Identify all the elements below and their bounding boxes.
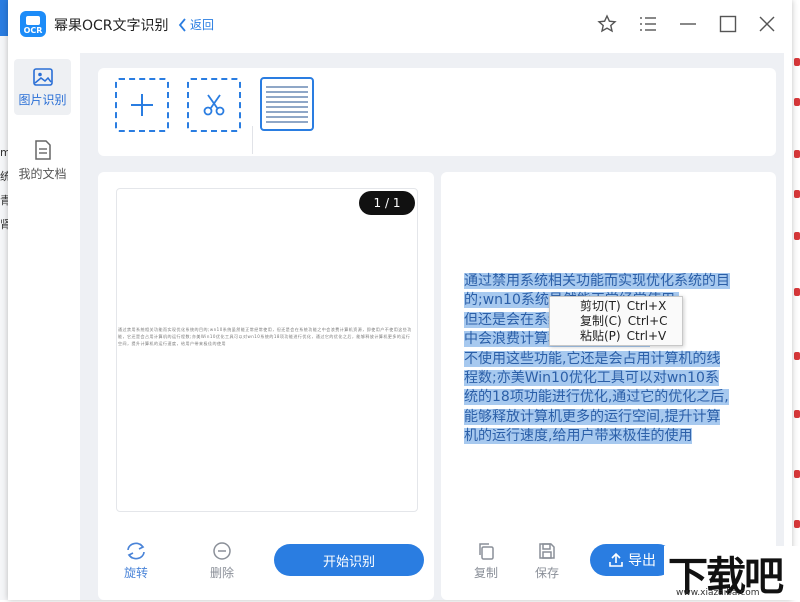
sidebar-item-label: 图片识别 <box>18 92 67 107</box>
copy-icon <box>479 543 494 560</box>
background-mark <box>794 98 800 106</box>
menu-item-label: 剪切(T) <box>580 299 621 313</box>
context-menu-cut[interactable]: 剪切(T) Ctrl+X <box>550 299 682 314</box>
plus-icon <box>131 94 153 116</box>
menu-item-shortcut: Ctrl+V <box>626 329 667 343</box>
divider <box>252 126 253 154</box>
background-app-left-edge: m 统 青 肾 <box>0 0 11 600</box>
rotate-icon <box>127 542 145 560</box>
app-logo-icon: OCR <box>20 11 46 37</box>
scissors-icon <box>203 94 225 116</box>
background-mark <box>794 58 800 66</box>
thumbnail-panel <box>98 68 776 156</box>
background-mark <box>794 520 800 528</box>
rotate-label: 旋转 <box>124 566 149 580</box>
start-recognition-button[interactable]: 开始识别 <box>274 544 424 576</box>
page-indicator: 1 / 1 <box>359 191 415 215</box>
chevron-left-icon <box>178 17 186 32</box>
copy-button[interactable]: 复制 <box>474 541 498 581</box>
menu-item-label: 复制(C) <box>580 314 622 328</box>
background-mark <box>794 288 800 296</box>
document-icon <box>34 139 51 160</box>
background-mark <box>794 190 800 198</box>
context-menu-paste[interactable]: 粘贴(P) Ctrl+V <box>550 329 682 344</box>
delete-label: 删除 <box>210 566 235 580</box>
sidebar-item-my-documents[interactable]: 我的文档 <box>14 132 71 188</box>
save-label: 保存 <box>535 566 560 580</box>
image-icon <box>32 67 53 86</box>
result-line: 能够释放计算机更多的运行空间,提升计算 <box>464 408 721 425</box>
background-app-header <box>0 0 8 36</box>
minimize-icon[interactable] <box>678 14 698 34</box>
sidebar: 图片识别 我的文档 <box>8 48 78 600</box>
watermark-url: www.xiazaiba.com <box>676 588 760 598</box>
result-line: 统的18项功能进行优化,通过它的优化之后, <box>464 389 729 406</box>
maximize-icon[interactable] <box>718 14 738 34</box>
save-icon <box>539 543 555 559</box>
crop-button[interactable] <box>187 78 241 132</box>
result-line: 通过禁用系统相关功能而实现优化系统的目 <box>464 273 730 289</box>
export-button[interactable]: 导出 <box>590 544 674 576</box>
rotate-button[interactable]: 旋转 <box>124 541 148 581</box>
background-mark <box>794 150 800 158</box>
app-title: 幂果OCR文字识别 <box>54 18 169 34</box>
menu-item-shortcut: Ctrl+C <box>627 314 668 328</box>
star-icon[interactable] <box>597 14 617 34</box>
save-button[interactable]: 保存 <box>535 541 559 581</box>
minus-circle-icon <box>213 542 231 560</box>
back-label: 返回 <box>190 18 215 32</box>
export-label: 导出 <box>628 552 656 568</box>
result-line: 不使用这些功能,它还是会占用计算机的线 <box>464 350 721 367</box>
preview-image-text: 通过禁用系统相关功能而实现优化系统的目的;wn10系统虽然能正常经常使用，但还是… <box>118 327 412 346</box>
page-thumbnail[interactable] <box>260 77 314 131</box>
back-button[interactable]: 返回 <box>178 16 214 33</box>
result-line: 程数;亦美Win10优化工具可以对wn10系 <box>464 370 719 387</box>
add-image-button[interactable] <box>115 78 169 132</box>
delete-button[interactable]: 删除 <box>210 541 234 581</box>
background-mark <box>794 232 800 240</box>
copy-label: 复制 <box>474 566 499 580</box>
context-menu-copy[interactable]: 复制(C) Ctrl+C <box>550 314 682 329</box>
background-mark <box>794 410 800 418</box>
background-mark <box>794 352 800 360</box>
menu-icon[interactable] <box>638 14 658 34</box>
sidebar-item-image-recognition[interactable]: 图片识别 <box>14 59 71 115</box>
sidebar-item-label: 我的文档 <box>18 166 67 181</box>
menu-item-label: 粘贴(P) <box>580 329 621 343</box>
context-menu: 剪切(T) Ctrl+X 复制(C) Ctrl+C 粘贴(P) Ctrl+V <box>549 296 683 346</box>
result-line: 机的运行速度,给用户带来极佳的使用 <box>464 428 693 445</box>
background-mark <box>794 470 800 478</box>
menu-item-shortcut: Ctrl+X <box>626 299 667 313</box>
close-icon[interactable] <box>757 14 777 34</box>
upload-icon <box>609 552 623 567</box>
